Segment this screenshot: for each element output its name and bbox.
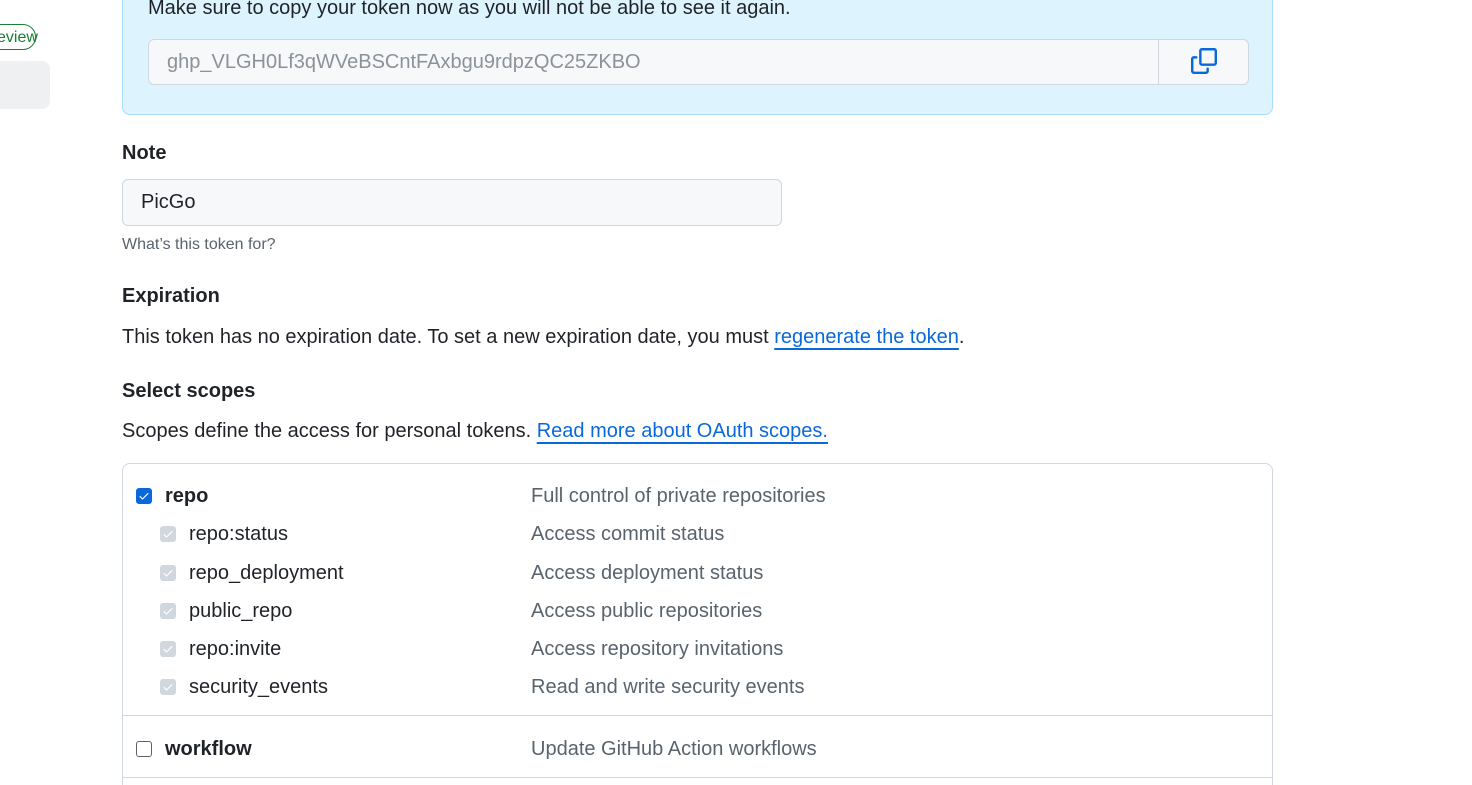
copy-token-button[interactable] bbox=[1158, 40, 1248, 84]
scope-divider bbox=[123, 715, 1272, 716]
scopes-table: repo Full control of private repositorie… bbox=[122, 463, 1273, 785]
repo-invite-checkbox bbox=[160, 641, 176, 657]
scope-row-repo-status: repo:status Access commit status bbox=[123, 515, 1272, 553]
note-label: Note bbox=[122, 142, 167, 164]
preview-badge: Preview bbox=[0, 24, 38, 50]
security-events-checkbox bbox=[160, 679, 176, 695]
scope-description: Read and write security events bbox=[531, 675, 805, 698]
workflow-checkbox[interactable] bbox=[136, 741, 152, 757]
select-scopes-label: Select scopes bbox=[122, 380, 256, 402]
scope-name: public_repo bbox=[189, 599, 293, 622]
expiration-suffix: . bbox=[958, 326, 965, 348]
sidebar-selected-item[interactable] bbox=[0, 61, 50, 109]
scope-description: Access commit status bbox=[531, 522, 725, 545]
regenerate-token-link[interactable]: regenerate the token bbox=[774, 326, 959, 348]
token-settings-page: Preview Make sure to copy your token now… bbox=[0, 0, 1472, 785]
scope-divider bbox=[123, 777, 1272, 778]
scope-description: Full control of private repositories bbox=[531, 484, 826, 507]
scope-description: Access repository invitations bbox=[531, 637, 784, 660]
note-hint: What’s this token for? bbox=[122, 236, 276, 253]
repo-deployment-checkbox bbox=[160, 565, 176, 581]
scope-description: Access public repositories bbox=[531, 599, 763, 622]
repo-status-checkbox bbox=[160, 526, 176, 542]
scopes-text: Scopes define the access for personal to… bbox=[122, 420, 532, 442]
scope-row-repo-invite: repo:invite Access repository invitation… bbox=[123, 630, 1272, 668]
token-value-input[interactable] bbox=[149, 40, 1158, 84]
scope-row-public-repo: public_repo Access public repositories bbox=[123, 592, 1272, 630]
note-input[interactable] bbox=[122, 179, 782, 226]
scope-row-repo: repo Full control of private repositorie… bbox=[123, 477, 1272, 515]
scope-row-repo-deployment: repo_deployment Access deployment status bbox=[123, 554, 1272, 592]
expiration-label: Expiration bbox=[122, 285, 220, 307]
flash-message: Make sure to copy your token now as you … bbox=[148, 0, 791, 19]
scope-name: workflow bbox=[165, 737, 252, 760]
scope-name: repo_deployment bbox=[189, 561, 344, 584]
scope-row-security-events: security_events Read and write security … bbox=[123, 668, 1272, 706]
scope-description: Access deployment status bbox=[531, 561, 764, 584]
repo-checkbox[interactable] bbox=[136, 488, 152, 504]
scopes-description: Scopes define the access for personal to… bbox=[122, 420, 828, 443]
public-repo-checkbox bbox=[160, 603, 176, 619]
token-flash-notice: Make sure to copy your token now as you … bbox=[122, 0, 1273, 115]
scope-name: repo:invite bbox=[189, 637, 282, 660]
copy-icon bbox=[1190, 47, 1217, 77]
expiration-description: This token has no expiration date. To se… bbox=[122, 326, 769, 348]
scope-row-workflow: workflow Update GitHub Action workflows bbox=[123, 730, 1272, 768]
scope-description: Update GitHub Action workflows bbox=[531, 737, 817, 760]
oauth-scopes-link[interactable]: Read more about OAuth scopes. bbox=[537, 420, 828, 442]
expiration-text: This token has no expiration date. To se… bbox=[122, 326, 964, 349]
scope-name: repo bbox=[165, 484, 209, 507]
token-field-group bbox=[148, 39, 1249, 85]
scope-name: repo:status bbox=[189, 522, 288, 545]
scope-name: security_events bbox=[189, 675, 328, 698]
